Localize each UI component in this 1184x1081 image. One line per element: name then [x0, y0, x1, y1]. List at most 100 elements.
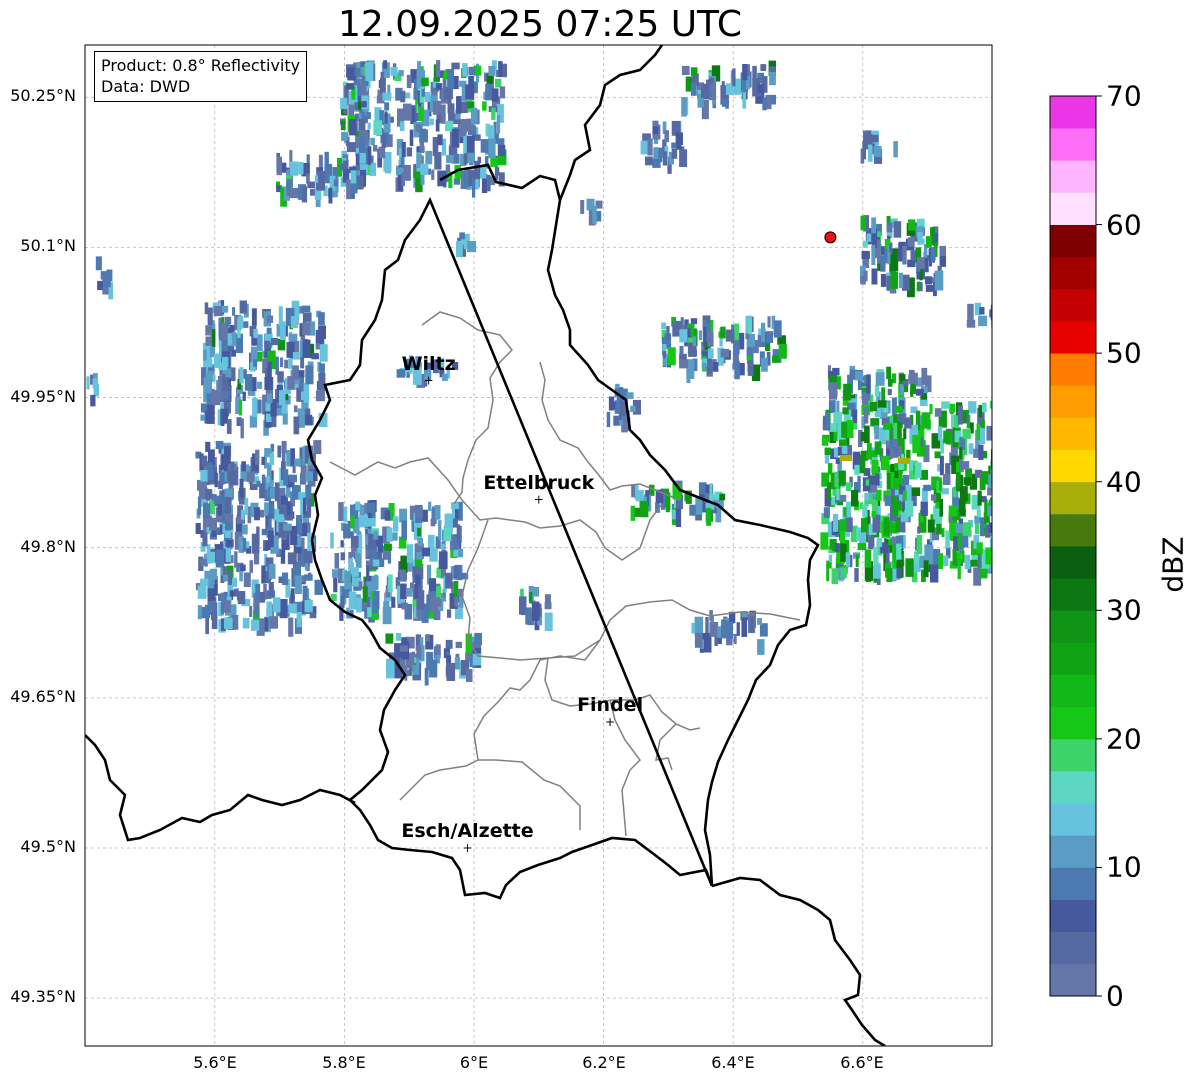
radar-echo-cell — [419, 128, 426, 143]
radar-echo-cell — [495, 78, 502, 88]
radar-echo-cell — [665, 504, 670, 513]
radar-echo-cell — [462, 63, 468, 77]
radar-echo-cell — [426, 651, 434, 671]
radar-echo-cell — [430, 518, 436, 527]
radar-echo-cell — [893, 478, 900, 490]
colorbar-segment — [1050, 546, 1096, 579]
radar-echo-cell — [759, 623, 768, 637]
radar-echo-cell — [864, 406, 869, 424]
radar-echo-cell — [290, 448, 295, 467]
radar-echo-cell — [195, 523, 201, 534]
radar-echo-cell — [238, 399, 243, 416]
radar-echo-cell — [430, 595, 438, 613]
radar-echo-cell — [209, 517, 217, 531]
radar-echo-cell — [294, 405, 298, 413]
radar-echo-cell — [742, 64, 748, 81]
radar-echo-cell — [982, 402, 987, 413]
radar-echo-cell — [421, 77, 429, 87]
radar-echo-cell — [445, 639, 453, 649]
radar-echo-cell — [695, 498, 703, 515]
colorbar-segment — [1050, 417, 1096, 450]
radar-echo-cell — [249, 415, 258, 428]
radar-echo-cell — [694, 632, 703, 648]
radar-echo-cell — [927, 519, 935, 533]
radar-echo-cell — [876, 538, 883, 547]
radar-echo-cell — [865, 479, 870, 486]
radar-echo-cell — [207, 307, 213, 326]
radar-echo-cell — [305, 414, 313, 426]
radar-echo-cell — [973, 448, 979, 458]
radar-echo-cell — [246, 471, 255, 482]
radar-echo-cell — [887, 378, 893, 387]
radar-echo-cell — [422, 547, 430, 557]
radar-echo-cell — [843, 383, 852, 401]
radar-echo-cell — [934, 270, 944, 291]
radar-echo-cell — [224, 488, 233, 498]
lon-tick: 6.2°E — [582, 1053, 626, 1072]
radar-echo-cell — [228, 569, 232, 585]
radar-echo-cell — [368, 549, 376, 556]
radar-echo-cell — [902, 245, 907, 265]
radar-echo-cell — [355, 501, 361, 511]
radar-echo-cell — [351, 546, 355, 558]
radar-echo-cell — [267, 530, 274, 548]
radar-echo-cell — [207, 588, 216, 601]
radar-echo-cell — [862, 140, 866, 160]
radar-echo-cell — [401, 520, 407, 540]
radar-echo-cell — [952, 548, 957, 565]
radar-echo-cell — [224, 497, 231, 514]
radar-echo-cell — [463, 153, 468, 165]
radar-echo-cell — [256, 480, 261, 488]
colorbar-segment — [1050, 899, 1096, 933]
radar-echo-cell — [212, 329, 216, 347]
lon-tick: 6.4°E — [711, 1053, 755, 1072]
radar-echo-cell — [824, 447, 831, 455]
radar-echo-cell — [213, 353, 222, 368]
radar-echo-cell — [679, 359, 688, 369]
radar-echo-cell — [902, 490, 907, 501]
radar-echo-cell — [957, 559, 961, 580]
radar-echo-cell — [978, 404, 982, 418]
radar-echo-cell — [358, 113, 362, 120]
colorbar-segment — [1050, 674, 1096, 708]
radar-echo-cell — [428, 578, 437, 591]
radar-echo-cell — [286, 450, 291, 467]
radar-echo-cell — [229, 590, 235, 597]
radar-echo-cell — [832, 513, 839, 532]
radar-echo-cell — [240, 509, 245, 520]
radar-echo-cell — [280, 357, 284, 368]
radar-echo-cell — [690, 83, 697, 96]
radar-echo-cell — [284, 359, 289, 369]
lon-tick: 6.6°E — [840, 1053, 884, 1072]
radar-echo-cell — [716, 69, 720, 79]
radar-echo-cell — [419, 140, 425, 154]
radar-echo-cell — [939, 498, 943, 517]
radar-echo-cell — [223, 617, 233, 630]
radar-echo-cell — [871, 268, 878, 285]
radar-echo-cell — [437, 134, 443, 146]
radar-echo-cell — [401, 142, 406, 158]
radar-echo-cell — [416, 645, 422, 660]
radar-echo-cell — [413, 171, 421, 179]
radar-echo-cell — [820, 532, 829, 550]
colorbar-tick: 10 — [1106, 850, 1142, 884]
radar-echo-cell — [480, 139, 489, 153]
radar-echo-cell — [466, 669, 473, 682]
radar-echo-cell — [874, 425, 879, 440]
radar-echo-cell — [200, 470, 208, 482]
radar-echo-cell — [434, 505, 441, 520]
radar-echo-cell — [592, 205, 597, 225]
radar-echo-cell — [373, 530, 378, 540]
radar-echo-cell — [256, 526, 260, 546]
radar-echo-cell — [905, 558, 914, 577]
radar-echo-cell — [838, 470, 846, 486]
radar-echo-cell — [333, 577, 338, 593]
radar-echo-cell — [898, 494, 903, 501]
radar-echo-cell — [378, 146, 386, 159]
radar-echo-cell — [455, 641, 462, 649]
radar-echo-cell — [959, 447, 963, 460]
radar-echo-cell — [488, 138, 496, 159]
radar-echo-cell — [981, 419, 985, 429]
radar-echo-cell — [276, 156, 282, 176]
radar-echo-cell — [239, 478, 244, 498]
